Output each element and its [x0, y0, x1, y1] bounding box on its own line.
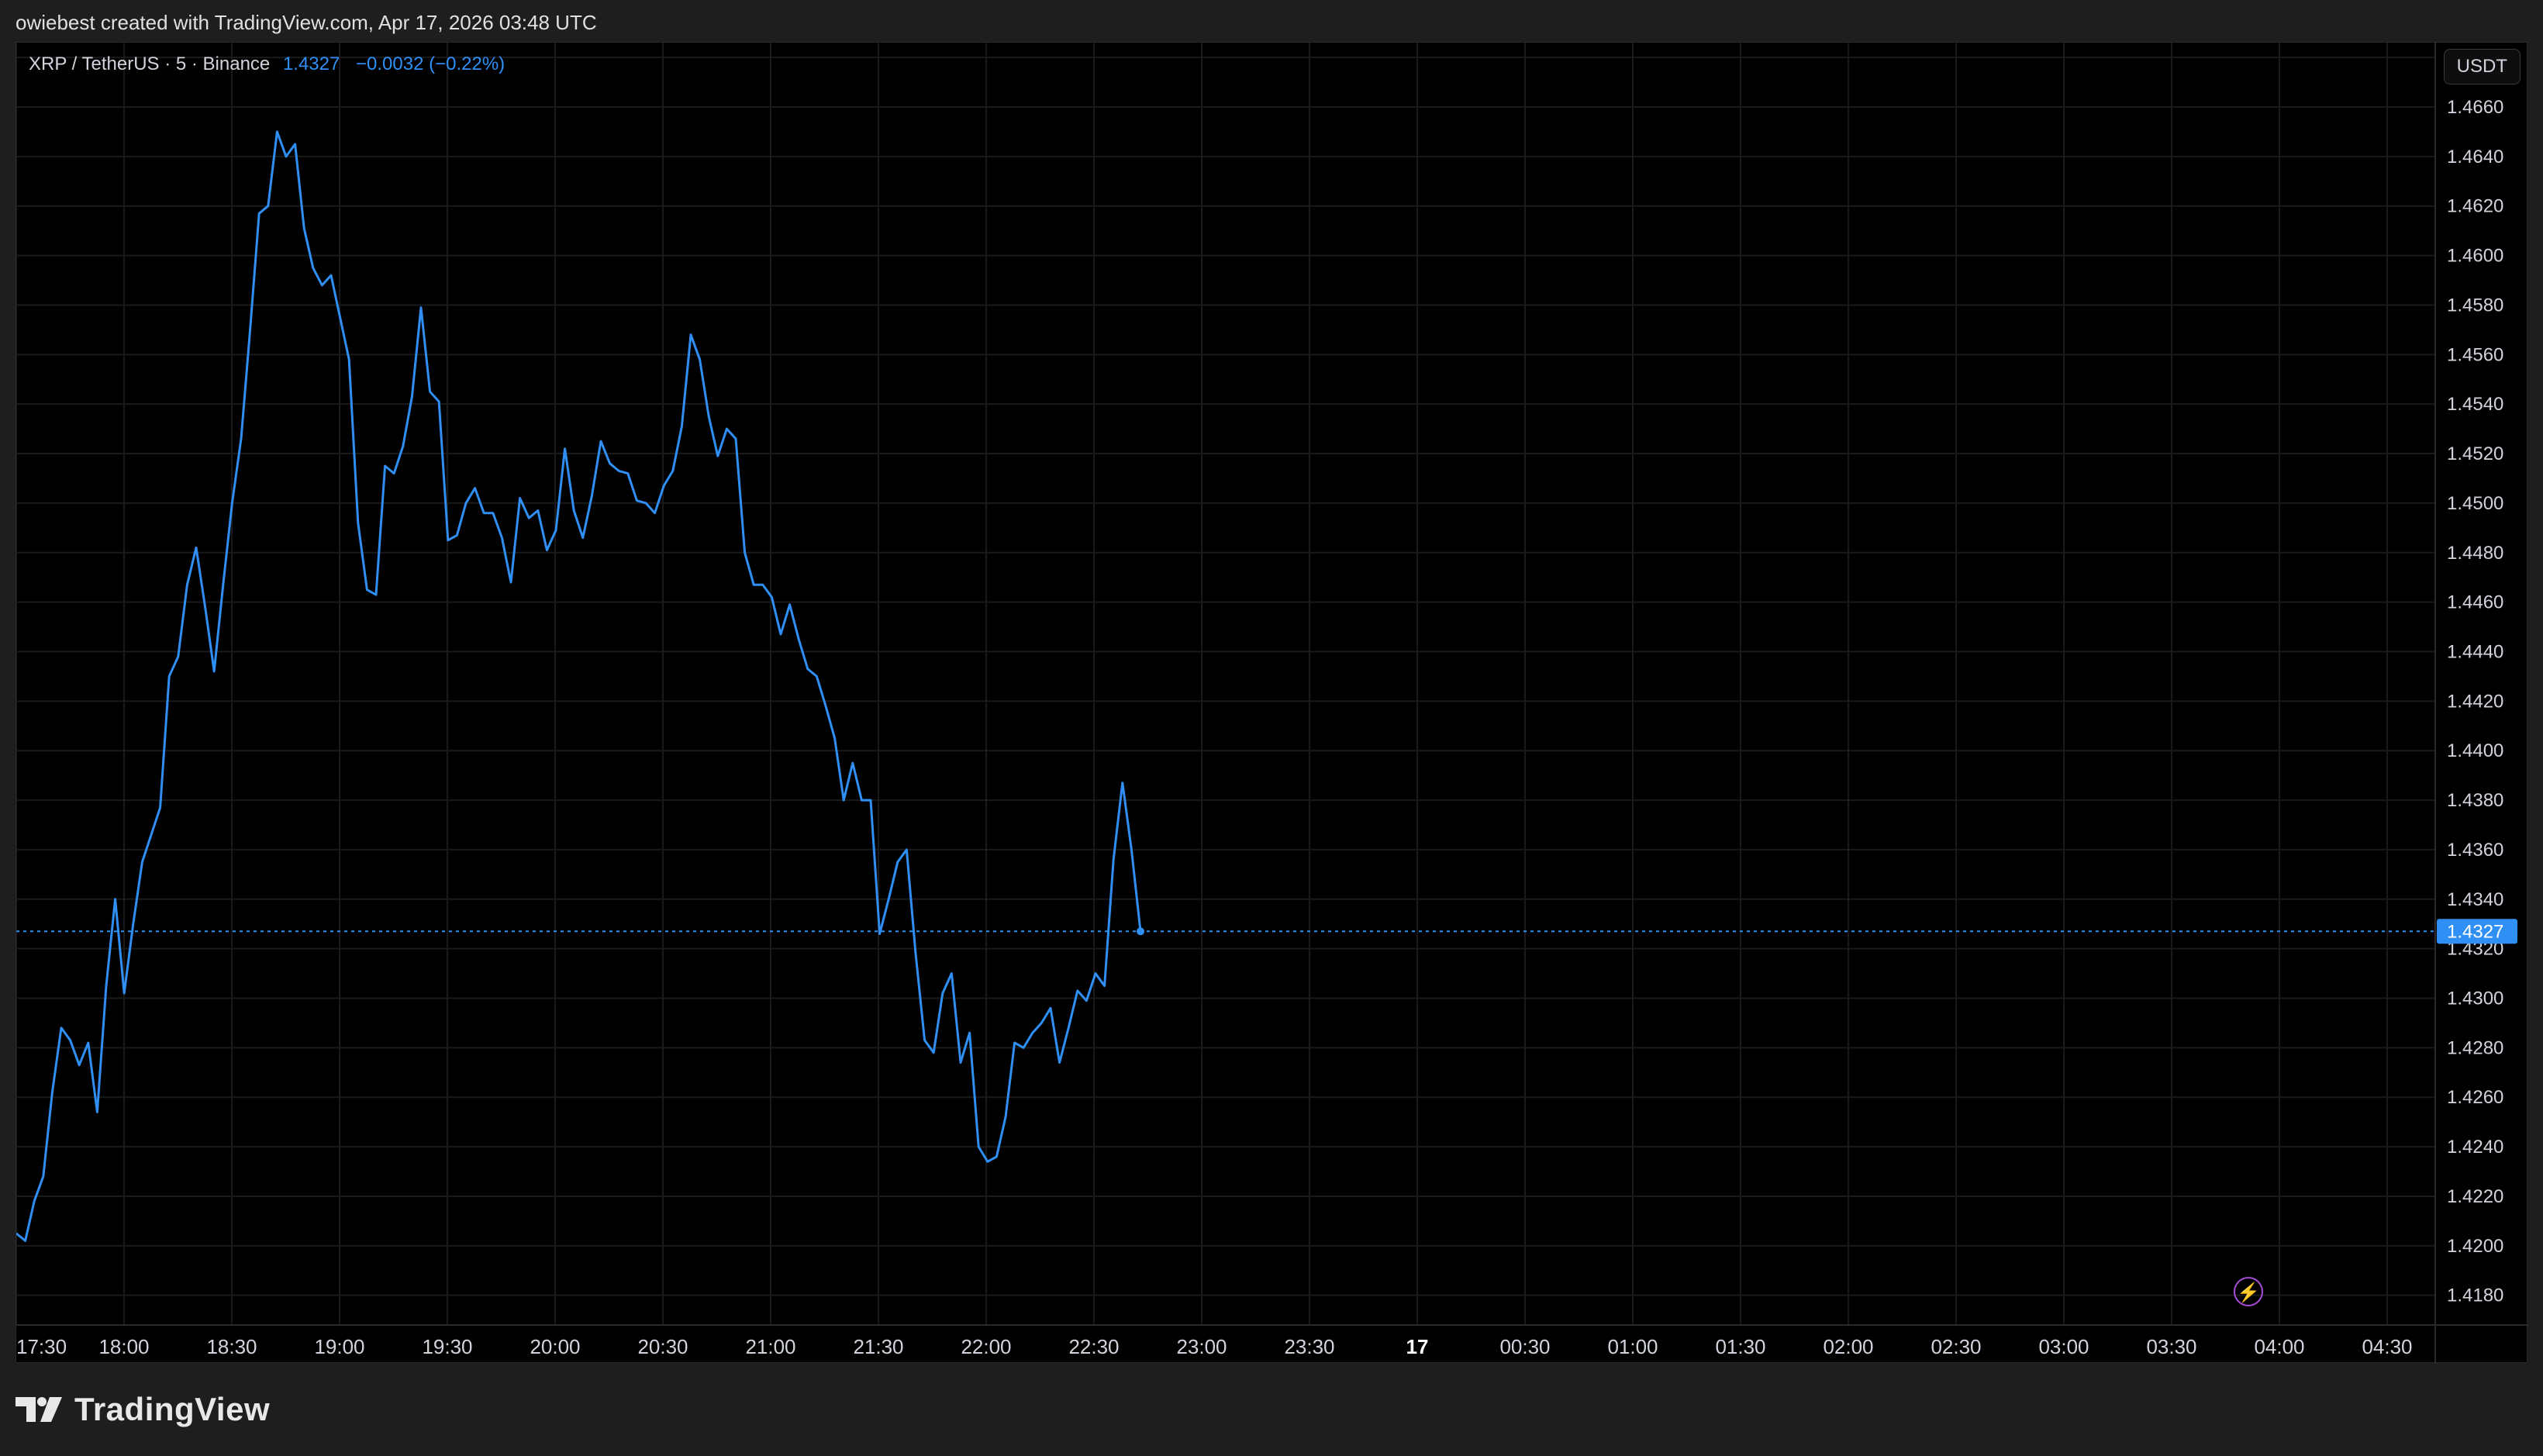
price-tick-label: 1.4180 — [2447, 1285, 2503, 1306]
time-tick-label: 04:30 — [2362, 1335, 2412, 1358]
chart-credit: owiebest created with TradingView.com, A… — [16, 11, 597, 34]
price-tick-label: 1.4460 — [2447, 592, 2503, 613]
price-tick-label: 1.4420 — [2447, 691, 2503, 712]
price-axis-labels: 1.4180 1.4200 1.4220 1.4240 1.4260 1.4280 1.43… — [2447, 47, 2503, 1306]
chart-area[interactable]: 1.4180 1.4200 1.4220 1.4240 1.4260 1.4280 1.43… — [16, 42, 2528, 1364]
price-change: −0.0032 (−0.22%) — [356, 53, 505, 74]
time-tick-label: 22:00 — [961, 1335, 1011, 1358]
time-tick-label: 01:00 — [1607, 1335, 1658, 1358]
time-tick-label: 17:30 — [16, 1335, 67, 1358]
price-tick-label: 1.4440 — [2447, 641, 2503, 662]
lightning-icon[interactable]: ⚡ — [2234, 1277, 2263, 1306]
price-tick-label: 1.4520 — [2447, 443, 2503, 464]
price-tick-label: 1.4340 — [2447, 889, 2503, 910]
chart-grid — [16, 43, 2435, 1325]
price-tick-label: 1.4300 — [2447, 988, 2503, 1009]
time-tick-label: 00:30 — [1499, 1335, 1550, 1358]
currency-button[interactable]: USDT — [2443, 49, 2521, 85]
price-tick-label: 1.4560 — [2447, 344, 2503, 365]
last-price-value: 1.4327 — [282, 53, 340, 74]
time-axis-labels: 17:30 18:00 18:30 19:00 19:30 20:00 20:30 21:00… — [16, 1335, 2413, 1358]
time-tick-label: 23:00 — [1176, 1335, 1227, 1358]
time-tick-label: 04:00 — [2254, 1335, 2304, 1358]
price-tick-label: 1.4620 — [2447, 196, 2503, 217]
price-tick-label: 1.4580 — [2447, 295, 2503, 316]
last-price-badge: 1.4327 — [2437, 919, 2517, 944]
time-tick-label: 20:30 — [637, 1335, 688, 1358]
time-tick-label: 22:30 — [1068, 1335, 1119, 1358]
time-tick-label: 20:00 — [530, 1335, 580, 1358]
last-price-badge-label: 1.4327 — [2447, 921, 2503, 942]
time-tick-label: 19:00 — [314, 1335, 364, 1358]
time-tick-label: 03:30 — [2146, 1335, 2196, 1358]
price-tick-label: 1.4260 — [2447, 1087, 2503, 1108]
symbol-legend[interactable]: XRP / TetherUS · 5 · Binance 1.4327 −0.0… — [29, 53, 505, 75]
tradingview-logo-icon — [16, 1397, 62, 1422]
price-tick-label: 1.4480 — [2447, 543, 2503, 564]
brand-name: TradingView — [74, 1391, 271, 1427]
tradingview-logo[interactable]: TradingView — [16, 1388, 270, 1431]
last-price-dot — [1137, 927, 1144, 936]
symbol-title[interactable]: XRP / TetherUS · 5 · Binance — [29, 53, 270, 74]
time-tick-label: 21:00 — [745, 1335, 795, 1358]
price-tick-label: 1.4540 — [2447, 394, 2503, 415]
price-tick-label: 1.4500 — [2447, 493, 2503, 514]
price-tick-label: 1.4360 — [2447, 840, 2503, 861]
price-tick-label: 1.4660 — [2447, 97, 2503, 118]
time-tick-label: 23:30 — [1284, 1335, 1334, 1358]
price-tick-label: 1.4400 — [2447, 740, 2503, 761]
price-chart[interactable]: 1.4180 1.4200 1.4220 1.4240 1.4260 1.4280 1.43… — [16, 43, 2528, 1364]
time-tick-label: 01:30 — [1715, 1335, 1765, 1358]
time-tick-label: 18:30 — [206, 1335, 257, 1358]
time-tick-label: 03:00 — [2038, 1335, 2089, 1358]
price-series-line — [16, 130, 1142, 1242]
time-tick-label: 02:30 — [1931, 1335, 1981, 1358]
time-tick-label: 02:00 — [1823, 1335, 1873, 1358]
price-tick-label: 1.4640 — [2447, 147, 2503, 167]
time-tick-label: 18:00 — [98, 1335, 149, 1358]
price-tick-label: 1.4240 — [2447, 1137, 2503, 1158]
time-tick-label: 19:30 — [422, 1335, 472, 1358]
price-tick-label: 1.4600 — [2447, 246, 2503, 267]
time-tick-label: 21:30 — [853, 1335, 903, 1358]
time-tick-label: 17 — [1406, 1335, 1429, 1358]
price-tick-label: 1.4220 — [2447, 1186, 2503, 1207]
price-tick-label: 1.4200 — [2447, 1236, 2503, 1257]
price-tick-label: 1.4380 — [2447, 790, 2503, 811]
price-tick-label: 1.4280 — [2447, 1037, 2503, 1058]
